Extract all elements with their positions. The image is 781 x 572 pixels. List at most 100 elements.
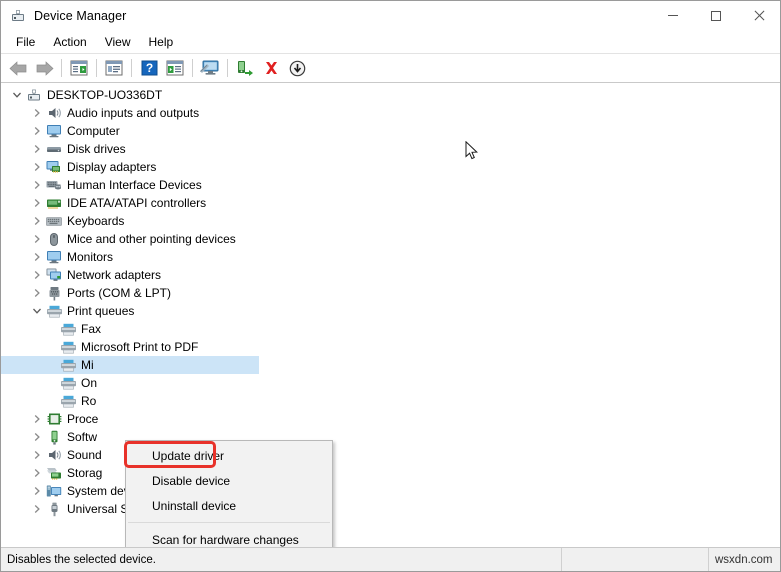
close-button[interactable]: [737, 1, 780, 30]
tree-label: Network adapters: [67, 268, 162, 282]
tree-row-keyboards[interactable]: Keyboards: [1, 212, 780, 230]
device-tree-pane[interactable]: DESKTOP-UO336DT Audio inputs and outputs…: [1, 83, 780, 548]
expander-collapsed-icon[interactable]: [29, 230, 45, 248]
tree-row-ports-com-and-lpt[interactable]: Ports (COM & LPT): [1, 284, 780, 302]
tree-row-print-queues[interactable]: Print queues: [1, 302, 780, 320]
maximize-button[interactable]: [694, 1, 737, 30]
expander-collapsed-icon[interactable]: [29, 266, 45, 284]
toolbar-separator: [96, 59, 97, 77]
tree-row-network-adapters[interactable]: Network adapters: [1, 266, 780, 284]
tree-label: Sound: [67, 448, 102, 462]
tree-row-computer[interactable]: Computer: [1, 122, 780, 140]
tree-row-ide-ata-atapi-controllers[interactable]: IDE ATA/ATAPI controllers: [1, 194, 780, 212]
expander-collapsed-icon[interactable]: [29, 410, 45, 428]
show-hide-console-tree-icon[interactable]: [67, 57, 91, 80]
expander-collapsed-icon[interactable]: [29, 122, 45, 140]
expander-collapsed-icon[interactable]: [29, 284, 45, 302]
context-menu-item-scan-for-hardware-changes[interactable]: Scan for hardware changes: [126, 527, 332, 547]
tree-label: Fax: [81, 322, 102, 336]
expander-collapsed-icon[interactable]: [29, 428, 45, 446]
tree-row-software-devices[interactable]: Softw: [1, 428, 780, 446]
tree-label-root: DESKTOP-UO336DT: [47, 88, 163, 102]
tree-row-disk-drives[interactable]: Disk drives: [1, 140, 780, 158]
tree-row-printer-ro[interactable]: Ro: [1, 392, 780, 410]
tree-label: Audio inputs and outputs: [67, 106, 200, 120]
expander-collapsed-icon[interactable]: [29, 212, 45, 230]
expander-collapsed-icon[interactable]: [29, 194, 45, 212]
printer-icon: [59, 321, 77, 337]
tree-label: Proce: [67, 412, 99, 426]
menu-action[interactable]: Action: [44, 32, 95, 52]
back-arrow-icon[interactable]: [6, 57, 30, 80]
tree-row-display-adapters[interactable]: Display adapters: [1, 158, 780, 176]
expander-collapsed-icon[interactable]: [29, 464, 45, 482]
tree-row-storage-controllers[interactable]: Storag: [1, 464, 780, 482]
disk-icon: [45, 141, 63, 157]
expander-collapsed-icon[interactable]: [29, 140, 45, 158]
tree-row-root[interactable]: DESKTOP-UO336DT: [1, 86, 780, 104]
window-controls: [651, 1, 780, 30]
tree-row-system-devices[interactable]: System devices: [1, 482, 780, 500]
device-manager-window: Device Manager File Action View Help ? D…: [0, 0, 781, 572]
context-menu-item-disable-device[interactable]: Disable device: [126, 468, 332, 493]
expander-collapsed-icon[interactable]: [29, 176, 45, 194]
tree-row-processors[interactable]: Proce: [1, 410, 780, 428]
usb-icon: [45, 501, 63, 517]
tree-row-printer-on[interactable]: On: [1, 374, 780, 392]
status-bar: Disables the selected device. wsxdn.com: [1, 548, 780, 571]
device-manager-icon: [10, 8, 26, 24]
tree-label: Ports (COM & LPT): [67, 286, 172, 300]
tree-label: Computer: [67, 124, 120, 138]
tree-row-selected-printer[interactable]: Mi: [1, 356, 780, 374]
system-device-icon: [45, 483, 63, 499]
printer-icon: [59, 357, 77, 373]
status-message: Disables the selected device.: [1, 548, 562, 571]
tree-row-audio-inputs-and-outputs[interactable]: Audio inputs and outputs: [1, 104, 780, 122]
watermark-text: wsxdn.com: [715, 553, 773, 566]
toolbar: ?: [1, 54, 780, 83]
expander-collapsed-icon[interactable]: [29, 104, 45, 122]
update-driver-icon[interactable]: [233, 57, 257, 80]
properties-icon[interactable]: [102, 57, 126, 80]
status-middle-pane: [562, 548, 709, 571]
toolbar-separator: [192, 59, 193, 77]
processor-icon: [45, 411, 63, 427]
context-menu-item-uninstall-device[interactable]: Uninstall device: [126, 493, 332, 518]
expander-expanded-icon[interactable]: [9, 86, 25, 104]
tree-row-mice-and-other-pointing-devices[interactable]: Mice and other pointing devices: [1, 230, 780, 248]
expander-collapsed-icon[interactable]: [29, 158, 45, 176]
menu-view[interactable]: View: [96, 32, 140, 52]
monitor-icon: [45, 249, 63, 265]
scan-for-hardware-changes-icon[interactable]: [163, 57, 187, 80]
device-tree: DESKTOP-UO336DT Audio inputs and outputs…: [1, 86, 780, 518]
window-title: Device Manager: [34, 9, 127, 23]
expander-collapsed-icon[interactable]: [29, 482, 45, 500]
help-icon[interactable]: ?: [137, 57, 161, 80]
minimize-button[interactable]: [651, 1, 694, 30]
expander-collapsed-icon[interactable]: [29, 500, 45, 518]
disable-device-icon[interactable]: [285, 57, 309, 80]
expander-collapsed-icon[interactable]: [29, 446, 45, 464]
expander-expanded-icon[interactable]: [29, 302, 45, 320]
tree-row-microsoft-print-to-pdf[interactable]: Microsoft Print to PDF: [1, 338, 780, 356]
show-hidden-devices-icon[interactable]: [198, 57, 222, 80]
tree-row-human-interface-devices[interactable]: Human Interface Devices: [1, 176, 780, 194]
display-adapter-icon: [45, 159, 63, 175]
expander-collapsed-icon[interactable]: [29, 248, 45, 266]
uninstall-device-icon[interactable]: [259, 57, 283, 80]
svg-text:?: ?: [145, 61, 152, 75]
forward-arrow-icon[interactable]: [32, 57, 56, 80]
tree-row-sound-video-and-game-controllers[interactable]: Sound: [1, 446, 780, 464]
tree-row-fax[interactable]: Fax: [1, 320, 780, 338]
tree-row-universal-serial-bus-controllers[interactable]: Universal Serial Bus controllers: [1, 500, 780, 518]
tree-label: Disk drives: [67, 142, 126, 156]
computer-root-icon: [25, 87, 43, 103]
menu-help[interactable]: Help: [140, 32, 183, 52]
tree-label: Ro: [81, 394, 97, 408]
tree-label: Microsoft Print to PDF: [81, 340, 199, 354]
tree-row-monitors[interactable]: Monitors: [1, 248, 780, 266]
toolbar-separator: [131, 59, 132, 77]
tree-label: Softw: [67, 430, 98, 444]
menu-file[interactable]: File: [7, 32, 44, 52]
context-menu-item-update-driver[interactable]: Update driver: [126, 443, 332, 468]
